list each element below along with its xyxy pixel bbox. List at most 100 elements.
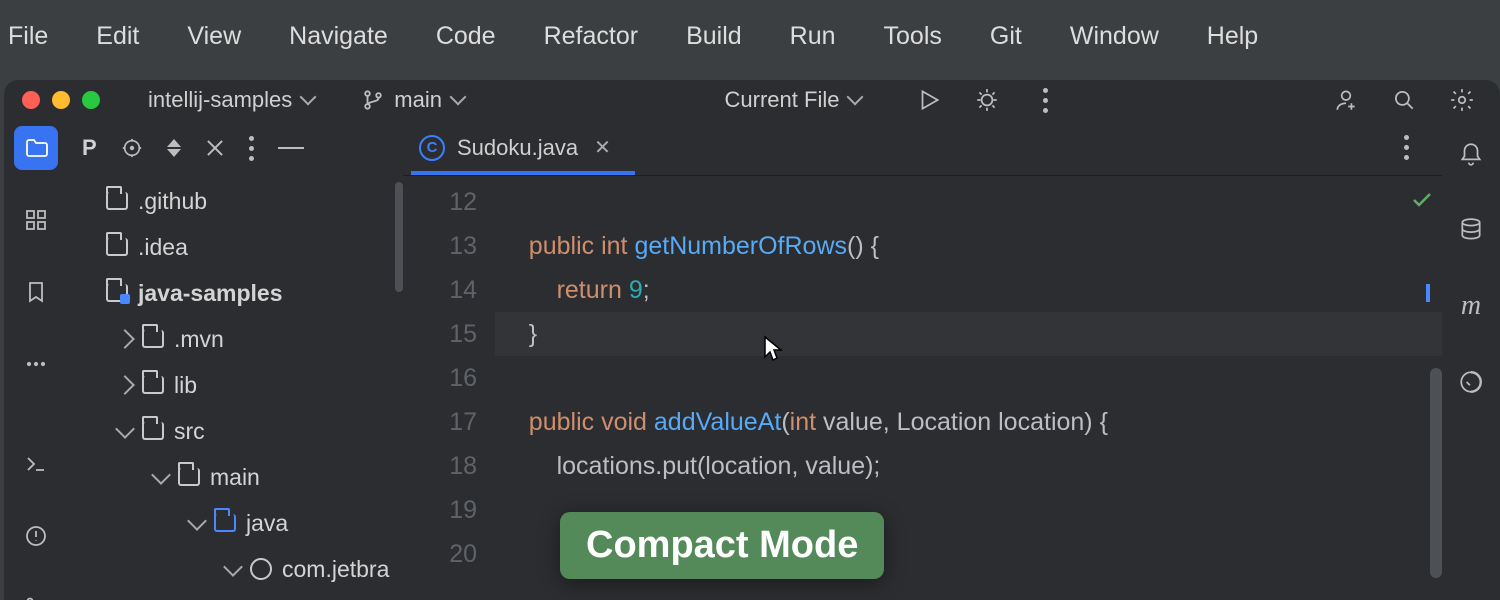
menu-git[interactable]: Git bbox=[990, 22, 1022, 51]
terminal-tool-button[interactable] bbox=[14, 442, 58, 486]
bookmarks-tool-button[interactable] bbox=[14, 270, 58, 314]
package-icon bbox=[250, 558, 272, 580]
editor-tab[interactable]: C Sudoku.java ✕ bbox=[419, 135, 611, 161]
database-tool-button[interactable] bbox=[1451, 210, 1491, 250]
project-name: intellij-samples bbox=[148, 87, 292, 113]
code-line[interactable]: public int getNumberOfRows() { bbox=[495, 224, 1442, 268]
debug-button[interactable] bbox=[967, 80, 1007, 120]
project-tree-pane: P .github .idea java-samples .mvn lib srcmain… bbox=[68, 120, 403, 600]
tree-arrow-icon[interactable] bbox=[223, 557, 243, 577]
tree-options-icon[interactable] bbox=[249, 136, 254, 161]
minimize-tool-window-icon[interactable] bbox=[278, 147, 304, 149]
maven-icon: m bbox=[1461, 290, 1481, 322]
tree-node[interactable]: .idea bbox=[68, 224, 403, 270]
line-number[interactable]: 14 bbox=[403, 268, 477, 312]
tree-node[interactable]: lib bbox=[68, 362, 403, 408]
tree-node[interactable]: src bbox=[68, 408, 403, 454]
line-number-gutter[interactable]: 121314151617181920 bbox=[403, 176, 495, 600]
close-tab-icon[interactable]: ✕ bbox=[594, 135, 611, 160]
folder-icon bbox=[142, 422, 164, 440]
settings-button[interactable] bbox=[1442, 80, 1482, 120]
line-number[interactable]: 20 bbox=[403, 532, 477, 576]
project-tool-button[interactable] bbox=[14, 126, 58, 170]
tree-node[interactable]: com.jetbra bbox=[68, 546, 403, 592]
menu-navigate[interactable]: Navigate bbox=[289, 22, 388, 51]
structure-tool-button[interactable] bbox=[14, 198, 58, 242]
tree-node[interactable]: java bbox=[68, 500, 403, 546]
line-number[interactable]: 18 bbox=[403, 444, 477, 488]
tree-arrow-icon[interactable] bbox=[151, 465, 171, 485]
menu-tools[interactable]: Tools bbox=[884, 22, 942, 51]
project-tree[interactable]: .github .idea java-samples .mvn lib srcmain ja… bbox=[68, 176, 403, 600]
run-config-label: Current File bbox=[725, 87, 840, 113]
menu-edit[interactable]: Edit bbox=[96, 22, 139, 51]
tree-node-label: java-samples bbox=[138, 280, 282, 307]
vcs-tool-button[interactable] bbox=[14, 586, 58, 600]
run-button[interactable] bbox=[909, 80, 949, 120]
code-line[interactable]: public void addValueAt(int value, Locati… bbox=[495, 400, 1442, 444]
folder-icon bbox=[142, 330, 164, 348]
minimize-window-button[interactable] bbox=[52, 91, 70, 109]
problems-tool-button[interactable] bbox=[14, 514, 58, 558]
mouse-cursor bbox=[762, 335, 784, 363]
hide-tool-window-icon[interactable] bbox=[205, 138, 225, 158]
inspection-ok-icon[interactable] bbox=[1410, 188, 1434, 212]
tree-node-label: lib bbox=[174, 372, 197, 399]
tree-scrollbar[interactable] bbox=[395, 182, 403, 292]
code-line[interactable] bbox=[495, 356, 1442, 400]
line-number[interactable]: 17 bbox=[403, 400, 477, 444]
select-opened-file-icon[interactable] bbox=[121, 137, 143, 159]
run-config-selector[interactable]: Current File bbox=[725, 87, 862, 113]
tree-arrow-icon[interactable] bbox=[115, 329, 135, 349]
menu-help[interactable]: Help bbox=[1207, 22, 1258, 51]
tab-filename: Sudoku.java bbox=[457, 135, 578, 161]
project-selector[interactable]: intellij-samples bbox=[148, 87, 314, 113]
left-toolbar bbox=[4, 120, 68, 600]
tree-node-label: java bbox=[246, 510, 288, 537]
right-toolbar: m bbox=[1442, 120, 1500, 600]
branch-name: main bbox=[394, 87, 442, 113]
tree-node[interactable]: .github bbox=[68, 178, 403, 224]
menu-file[interactable]: File bbox=[8, 22, 48, 51]
menu-refactor[interactable]: Refactor bbox=[544, 22, 638, 51]
menu-window[interactable]: Window bbox=[1070, 22, 1159, 51]
close-window-button[interactable] bbox=[22, 91, 40, 109]
line-number[interactable]: 15 bbox=[403, 312, 477, 356]
maven-tool-button[interactable]: m bbox=[1451, 286, 1491, 326]
more-actions-button[interactable] bbox=[1025, 80, 1065, 120]
tree-node-label: .github bbox=[138, 188, 207, 215]
chevron-down-icon bbox=[449, 89, 466, 106]
line-number[interactable]: 16 bbox=[403, 356, 477, 400]
line-number[interactable]: 19 bbox=[403, 488, 477, 532]
search-button[interactable] bbox=[1384, 80, 1424, 120]
code-line[interactable]: locations.put(location, value); bbox=[495, 444, 1442, 488]
notifications-button[interactable] bbox=[1451, 134, 1491, 174]
tree-arrow-icon[interactable] bbox=[187, 511, 207, 531]
code-with-me-button[interactable] bbox=[1326, 80, 1366, 120]
git-branch-selector[interactable]: main bbox=[362, 87, 464, 113]
code-line[interactable] bbox=[495, 180, 1442, 224]
window-controls bbox=[22, 91, 100, 109]
tree-node[interactable]: java-samples bbox=[68, 270, 403, 316]
tab-options-button[interactable] bbox=[1386, 128, 1426, 168]
code-line[interactable]: return 9; bbox=[495, 268, 1442, 312]
project-header-label[interactable]: P bbox=[82, 135, 97, 161]
tree-arrow-icon[interactable] bbox=[115, 375, 135, 395]
line-number[interactable]: 12 bbox=[403, 180, 477, 224]
code-line[interactable]: } bbox=[495, 312, 1442, 356]
caret-marker bbox=[1426, 284, 1430, 302]
more-tools-button[interactable] bbox=[14, 342, 58, 386]
menu-code[interactable]: Code bbox=[436, 22, 496, 51]
menu-view[interactable]: View bbox=[187, 22, 241, 51]
menu-build[interactable]: Build bbox=[686, 22, 742, 51]
coverage-tool-button[interactable] bbox=[1451, 362, 1491, 402]
maximize-window-button[interactable] bbox=[82, 91, 100, 109]
tree-node[interactable]: main bbox=[68, 454, 403, 500]
line-number[interactable]: 13 bbox=[403, 224, 477, 268]
menu-run[interactable]: Run bbox=[790, 22, 836, 51]
expand-collapse-icon[interactable] bbox=[167, 139, 181, 157]
tree-node[interactable]: .mvn bbox=[68, 316, 403, 362]
editor-scrollbar[interactable] bbox=[1430, 368, 1442, 578]
tree-arrow-icon[interactable] bbox=[115, 419, 135, 439]
code-editor[interactable]: 121314151617181920 public int getNumberO… bbox=[403, 176, 1442, 600]
